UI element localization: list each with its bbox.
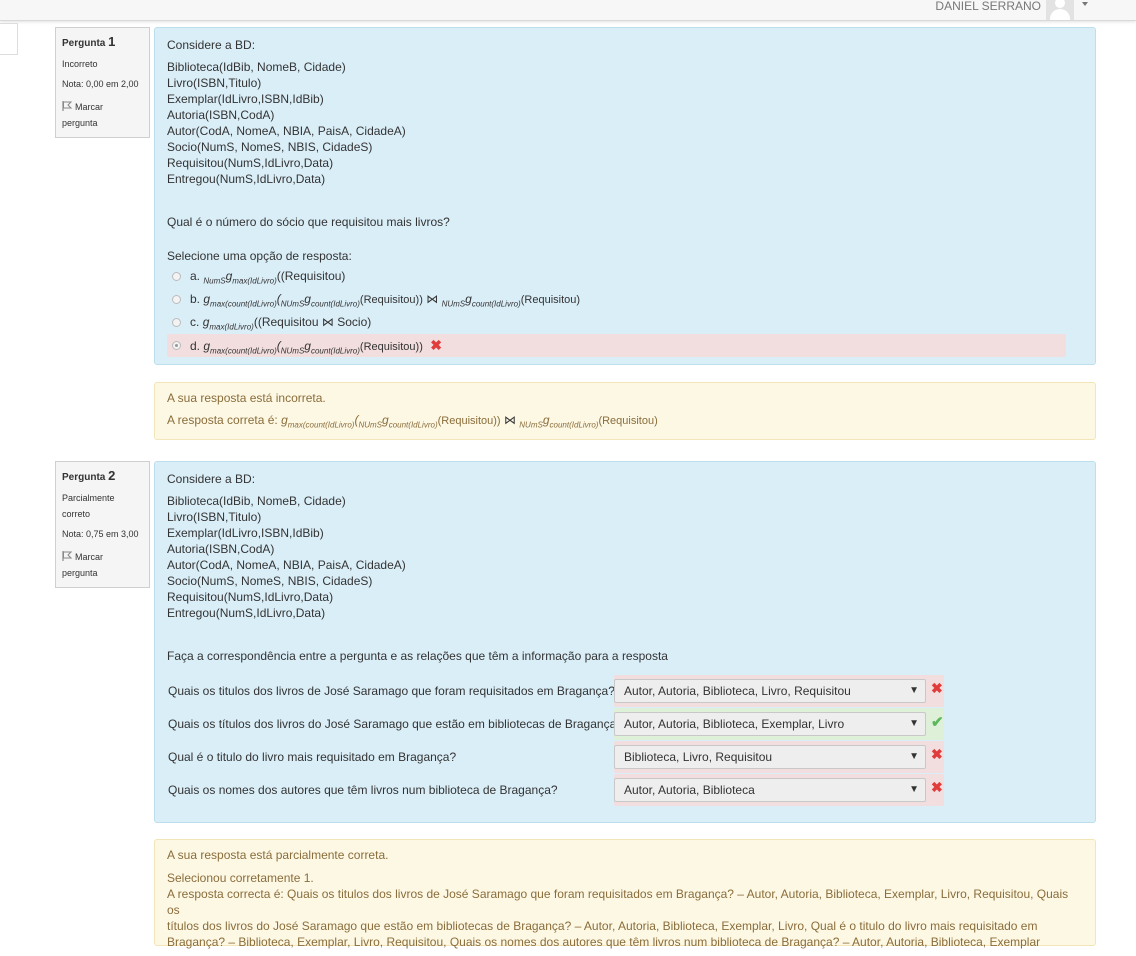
feedback-correct-answer: títulos dos livros do José Saramago que … xyxy=(167,919,1038,933)
question-1-grade: Nota: 0,00 em 2,00 xyxy=(62,79,139,89)
schema-line: Entregou(NumS,IdLivro,Data) xyxy=(167,172,326,186)
question-1-feedback: A sua resposta está incorreta. A respost… xyxy=(154,382,1096,440)
match-question: Quais os títulos dos livros do José Sara… xyxy=(168,717,623,731)
answer-prompt: Selecione uma opção de resposta: xyxy=(167,249,352,263)
schema-intro: Considere a BD: xyxy=(167,472,256,486)
schema-line: Entregou(NumS,IdLivro,Data) xyxy=(167,606,326,620)
user-name[interactable]: DANIEL SERRANO xyxy=(935,0,1041,13)
incorrect-icon: ✖ xyxy=(931,680,943,696)
match-answer-select[interactable]: Biblioteca, Livro, Requisitou ▼ xyxy=(614,745,926,769)
option-b[interactable]: b. gmax(count(IdLivro)(NUmSgcount(IdLivr… xyxy=(167,288,1083,311)
schema-intro: Considere a BD: xyxy=(167,38,256,52)
schema-line: Biblioteca(IdBib, NomeB, Cidade) xyxy=(167,494,346,508)
schema-line: Biblioteca(IdBib, NomeB, Cidade) xyxy=(167,60,346,74)
schema-line: Requisitou(NumS,IdLivro,Data) xyxy=(167,590,334,604)
feedback-status: A sua resposta está incorreta. xyxy=(167,391,326,405)
incorrect-icon: ✖ xyxy=(931,746,943,762)
match-answer-select[interactable]: Autor, Autoria, Biblioteca, Livro, Requi… xyxy=(614,679,926,703)
option-b-formula: gmax(count(IdLivro)(NUmSgcount(IdLivro)(… xyxy=(203,292,581,309)
schema-line: Socio(NumS, NomeS, NBIS, CidadeS) xyxy=(167,574,373,588)
option-d-radio[interactable] xyxy=(172,341,181,350)
feedback-correct-answer: A resposta correta é: gmax(count(IdLivro… xyxy=(167,413,658,430)
chevron-down-icon: ▼ xyxy=(909,784,919,795)
option-d-selected[interactable]: d. gmax(count(IdLivro)(NUmSgcount(IdLivr… xyxy=(167,334,1066,357)
option-a-formula: NumSgmax(IdLivro)((Requisitou) xyxy=(203,269,346,286)
feedback-status: A sua resposta está parcialmente correta… xyxy=(167,848,389,862)
schema-line: Autoria(ISBN,CodA) xyxy=(167,542,275,556)
match-question: Quais os nomes dos autores que têm livro… xyxy=(168,783,558,797)
schema-line: Livro(ISBN,Titulo) xyxy=(167,76,262,90)
question-2-grade: Nota: 0,75 em 3,00 xyxy=(62,529,139,539)
schema-line: Autor(CodA, NomeA, NBIA, PaisA, CidadeA) xyxy=(167,124,406,138)
match-question: Quais os titulos dos livros de José Sara… xyxy=(168,684,615,698)
user-avatar-icon[interactable] xyxy=(1046,0,1074,20)
schema-line: Livro(ISBN,Titulo) xyxy=(167,510,262,524)
question-2-number: Pergunta 2 xyxy=(62,468,116,483)
schema-line: Requisitou(NumS,IdLivro,Data) xyxy=(167,156,334,170)
question-1-info: Pergunta 1 Incorreto Nota: 0,00 em 2,00 … xyxy=(55,27,150,138)
question-2-state: Parcialmente correto xyxy=(62,493,115,519)
schema-line: Exemplar(IdLivro,ISBN,IdBib) xyxy=(167,92,324,106)
schema-line: Autoria(ISBN,CodA) xyxy=(167,108,275,122)
incorrect-icon: ✖ xyxy=(931,779,943,795)
match-row: Qual é o titulo do livro mais requisitad… xyxy=(167,741,1083,774)
flag-icon xyxy=(62,550,73,561)
match-answer-cell: Autor, Autoria, Biblioteca, Exemplar, Li… xyxy=(614,708,944,740)
question-2-flag-button[interactable]: Marcar pergunta xyxy=(62,549,143,581)
top-navbar: DANIEL SERRANO xyxy=(0,0,1136,21)
correct-check-icon: ✔ xyxy=(931,714,944,731)
option-b-radio[interactable] xyxy=(172,295,181,304)
sidebar-toggle-stub[interactable] xyxy=(0,23,18,55)
match-row: Quais os nomes dos autores que têm livro… xyxy=(167,774,1083,807)
match-answer-cell: Biblioteca, Livro, Requisitou ▼ ✖ xyxy=(614,741,944,773)
question-2-info: Pergunta 2 Parcialmente correto Nota: 0,7… xyxy=(55,461,150,588)
schema-line: Exemplar(IdLivro,ISBN,IdBib) xyxy=(167,526,324,540)
chevron-down-icon: ▼ xyxy=(909,685,919,696)
question-1-content: Considere a BD: Biblioteca(IdBib, NomeB,… xyxy=(154,27,1096,365)
option-c[interactable]: c. gmax(IdLivro)((Requisitou ⋈ Socio) xyxy=(167,311,1083,334)
chevron-down-icon: ▼ xyxy=(909,718,919,729)
feedback-selected-count: Selecionou corretamente 1. xyxy=(167,871,314,885)
question-text: Qual é o número do sócio que requisitou … xyxy=(167,215,450,229)
schema-line: Socio(NumS, NomeS, NBIS, CidadeS) xyxy=(167,140,373,154)
match-question: Qual é o titulo do livro mais requisitad… xyxy=(168,750,457,764)
option-c-formula: gmax(IdLivro)((Requisitou ⋈ Socio) xyxy=(202,315,372,332)
question-2-content: Considere a BD: Biblioteca(IdBib, NomeB,… xyxy=(154,461,1096,823)
option-c-radio[interactable] xyxy=(172,318,181,327)
flag-icon xyxy=(62,100,73,111)
matching-instruction: Faça a correspondência entre a pergunta … xyxy=(167,649,668,663)
question-2-feedback: A sua resposta está parcialmente correta… xyxy=(154,839,1096,949)
match-answer-cell: Autor, Autoria, Biblioteca ▼ ✖ xyxy=(614,774,944,806)
feedback-correct-answer: A resposta correcta é: Quais os titulos … xyxy=(167,887,1069,917)
question-1-state: Incorreto xyxy=(62,59,98,69)
match-answer-select[interactable]: Autor, Autoria, Biblioteca, Exemplar, Li… xyxy=(614,712,926,736)
incorrect-icon: ✖ xyxy=(430,337,442,353)
option-a-radio[interactable] xyxy=(172,272,181,281)
question-1-flag-button[interactable]: Marcar pergunta xyxy=(62,99,143,131)
option-d-formula: gmax(count(IdLivro)(NUmSgcount(IdLivro)(… xyxy=(203,339,423,356)
match-row: Quais os titulos dos livros de José Sara… xyxy=(167,675,1083,708)
chevron-down-icon: ▼ xyxy=(909,751,919,762)
question-1-number: Pergunta 1 xyxy=(62,34,116,49)
user-menu-caret-icon[interactable] xyxy=(1082,2,1088,6)
match-answer-cell: Autor, Autoria, Biblioteca, Livro, Requi… xyxy=(614,675,944,707)
option-a[interactable]: a. NumSgmax(IdLivro)((Requisitou) xyxy=(167,265,1083,288)
schema-line: Autor(CodA, NomeA, NBIA, PaisA, CidadeA) xyxy=(167,558,406,572)
feedback-correct-answer: Bragança? – Biblioteca, Exemplar, Livro,… xyxy=(167,935,1041,949)
match-row: Quais os títulos dos livros do José Sara… xyxy=(167,708,1083,741)
match-answer-select[interactable]: Autor, Autoria, Biblioteca ▼ xyxy=(614,778,926,802)
